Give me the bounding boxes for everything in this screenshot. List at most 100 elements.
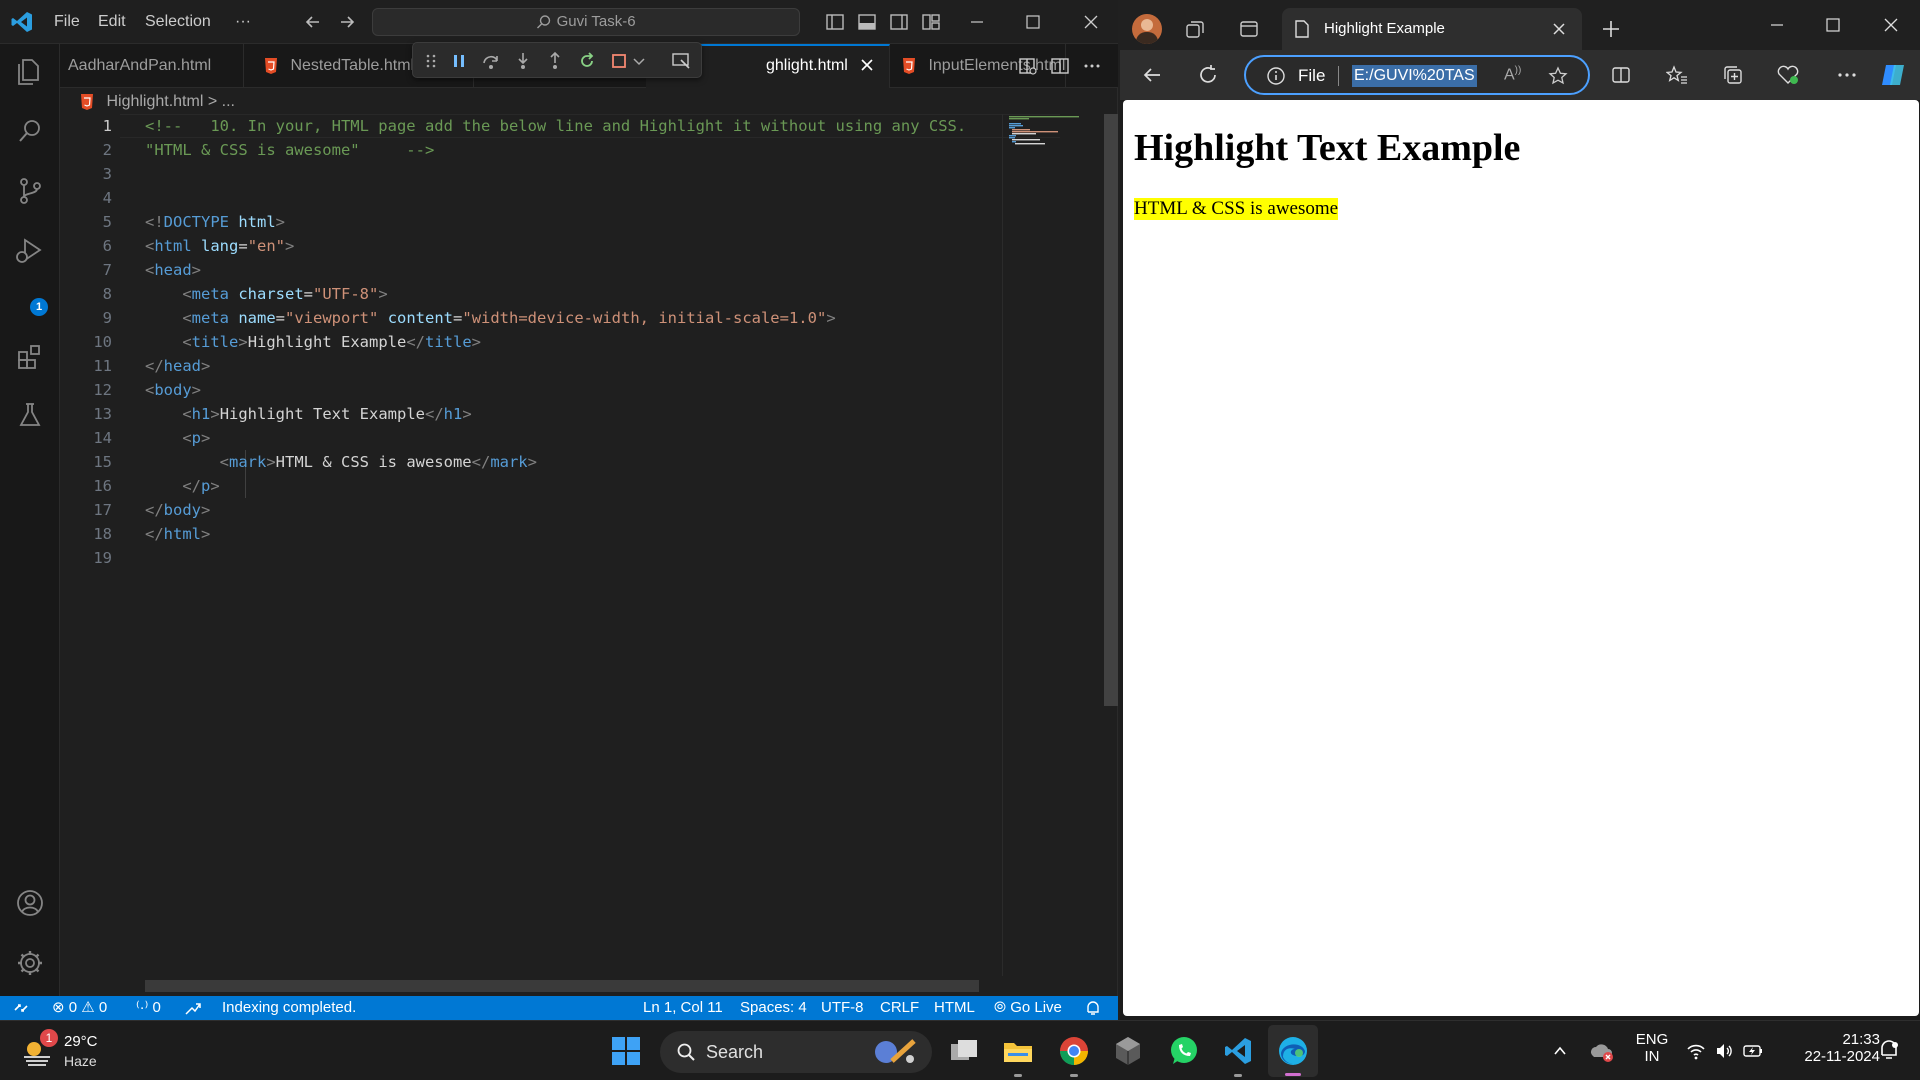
- battery-charging-icon[interactable]: [1742, 1041, 1764, 1061]
- step-over-icon[interactable]: [481, 51, 501, 71]
- breadcrumb-more[interactable]: ...: [222, 93, 235, 110]
- notifications-bell-icon[interactable]: [1084, 999, 1102, 1017]
- menu-selection[interactable]: Selection: [145, 13, 211, 31]
- inspect-icon[interactable]: [671, 51, 691, 71]
- code-line[interactable]: 13 <h1>Highlight Text Example</h1>: [60, 402, 1002, 426]
- drag-handle-icon[interactable]: [421, 51, 441, 71]
- step-into-icon[interactable]: [513, 51, 533, 71]
- maximize-icon[interactable]: [1822, 14, 1844, 36]
- code-line[interactable]: 16 </p>: [60, 474, 1002, 498]
- code-line[interactable]: 1 <!-- 10. In your, HTML page add the bel…: [60, 114, 1002, 138]
- line-ending[interactable]: CRLF: [880, 996, 919, 1020]
- indentation[interactable]: Spaces: 4: [740, 996, 807, 1020]
- app-cube-icon[interactable]: [1112, 1035, 1144, 1067]
- windows-start-icon[interactable]: [610, 1035, 642, 1067]
- split-screen-icon[interactable]: [1610, 64, 1632, 86]
- code-line[interactable]: 12 <body>: [60, 378, 1002, 402]
- code-line[interactable]: 15 <mark>HTML & CSS is awesome</mark>: [60, 450, 1002, 474]
- minimize-icon[interactable]: [1766, 14, 1788, 36]
- back-arrow-icon[interactable]: [302, 11, 324, 33]
- wifi-icon[interactable]: [1686, 1041, 1706, 1061]
- tab-aadharandpan[interactable]: AadharAndPan.html: [60, 44, 244, 88]
- source-control-icon[interactable]: [13, 174, 47, 208]
- weather-widget[interactable]: 1 29°C Haze: [18, 1029, 138, 1073]
- refresh-icon[interactable]: [1196, 63, 1220, 87]
- toggle-primary-sidebar-icon[interactable]: [824, 11, 846, 33]
- extensions-icon[interactable]: [13, 340, 47, 374]
- clock[interactable]: 21:33 22-11-2024: [1780, 1031, 1880, 1065]
- new-tab-plus-icon[interactable]: [1600, 18, 1622, 40]
- workspaces-icon[interactable]: [1184, 18, 1206, 40]
- address-url[interactable]: E:/GUVI%20TAS: [1352, 65, 1477, 87]
- address-bar[interactable]: File E:/GUVI%20TAS A)): [1244, 55, 1590, 95]
- horizontal-scrollbar[interactable]: [145, 980, 979, 992]
- chevron-down-icon[interactable]: [629, 51, 649, 71]
- code-line[interactable]: 3: [60, 162, 1002, 186]
- toggle-panel-icon[interactable]: [856, 11, 878, 33]
- go-live-button[interactable]: ⦾ Go Live: [994, 996, 1062, 1020]
- restart-icon[interactable]: [577, 51, 597, 71]
- cursor-position[interactable]: Ln 1, Col 11: [643, 996, 723, 1020]
- whatsapp-icon[interactable]: [1168, 1035, 1200, 1067]
- code-line[interactable]: 9 <meta name="viewport" content="width=d…: [60, 306, 1002, 330]
- settings-more-icon[interactable]: [1836, 64, 1858, 86]
- more-actions-icon[interactable]: [1082, 56, 1102, 76]
- read-aloud-icon[interactable]: A)): [1504, 65, 1521, 84]
- problems-indicator[interactable]: ⊗ 0 ⚠ 0: [52, 996, 107, 1020]
- stop-icon[interactable]: [609, 51, 629, 71]
- code-line[interactable]: 11 </head>: [60, 354, 1002, 378]
- taskbar-search[interactable]: Search: [660, 1031, 932, 1073]
- encoding[interactable]: UTF-8: [821, 996, 864, 1020]
- collections-icon[interactable]: [1722, 64, 1744, 86]
- language-mode[interactable]: HTML: [934, 996, 975, 1020]
- accounts-icon[interactable]: [13, 886, 47, 920]
- back-arrow-icon[interactable]: [1140, 63, 1164, 87]
- favorites-icon[interactable]: [1666, 64, 1688, 86]
- onedrive-icon[interactable]: [1588, 1039, 1614, 1063]
- code-line[interactable]: 19: [60, 546, 1002, 570]
- breadcrumb-file[interactable]: Highlight.html: [106, 93, 203, 110]
- edge-taskbar-button[interactable]: [1268, 1025, 1318, 1077]
- command-center[interactable]: Guvi Task-6: [372, 8, 800, 36]
- input-language[interactable]: ENG IN: [1632, 1031, 1672, 1065]
- open-preview-icon[interactable]: [1018, 56, 1038, 76]
- favorite-star-icon[interactable]: [1548, 66, 1568, 86]
- tab-inputelements[interactable]: InputElements.html: [890, 44, 1066, 88]
- code-line[interactable]: 10 <title>Highlight Example</title>: [60, 330, 1002, 354]
- browser-tab-highlight-example[interactable]: Highlight Example: [1282, 8, 1582, 50]
- toggle-secondary-sidebar-icon[interactable]: [888, 11, 910, 33]
- menu-edit[interactable]: Edit: [98, 13, 126, 31]
- info-icon[interactable]: [1266, 66, 1286, 86]
- maximize-icon[interactable]: [1022, 11, 1044, 33]
- close-tab-icon[interactable]: [1552, 22, 1566, 36]
- testing-flask-icon[interactable]: [13, 398, 47, 432]
- live-share-icon[interactable]: [184, 1000, 202, 1018]
- code-editor[interactable]: 1 <!-- 10. In your, HTML page add the bel…: [60, 114, 1060, 976]
- code-line[interactable]: 7 <head>: [60, 258, 1002, 282]
- close-icon[interactable]: [1880, 14, 1902, 36]
- step-out-icon[interactable]: [545, 51, 565, 71]
- code-line[interactable]: 6 <html lang="en">: [60, 234, 1002, 258]
- forward-arrow-icon[interactable]: [336, 11, 358, 33]
- remote-icon[interactable]: [12, 999, 30, 1017]
- menu-more[interactable]: ···: [235, 13, 251, 31]
- code-line[interactable]: 17 </body>: [60, 498, 1002, 522]
- vertical-scrollbar[interactable]: [1104, 114, 1118, 706]
- minimap[interactable]: [1002, 114, 1102, 976]
- run-debug-icon[interactable]: [13, 234, 47, 268]
- customize-layout-icon[interactable]: [920, 11, 942, 33]
- split-editor-icon[interactable]: [1050, 56, 1070, 76]
- code-line[interactable]: 5 <!DOCTYPE html>: [60, 210, 1002, 234]
- tab-close-icon[interactable]: [860, 46, 874, 86]
- file-explorer-icon[interactable]: [1002, 1035, 1034, 1067]
- tab-actions-icon[interactable]: [1238, 18, 1260, 40]
- browser-essentials-icon[interactable]: [1776, 64, 1800, 86]
- vscode-taskbar-icon[interactable]: [1222, 1035, 1254, 1067]
- profile-avatar[interactable]: [1132, 14, 1162, 44]
- explorer-icon[interactable]: [13, 54, 47, 88]
- settings-gear-icon[interactable]: [13, 946, 47, 980]
- chrome-icon[interactable]: [1058, 1035, 1090, 1067]
- code-line[interactable]: 14 <p>: [60, 426, 1002, 450]
- pause-icon[interactable]: [449, 51, 469, 71]
- code-line[interactable]: 18 </html>: [60, 522, 1002, 546]
